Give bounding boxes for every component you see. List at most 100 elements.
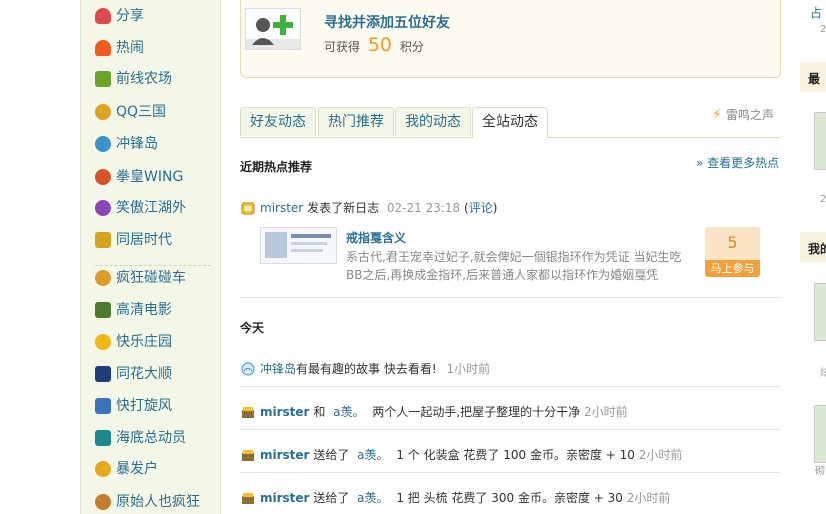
right-thumbnail[interactable] xyxy=(814,112,826,170)
gift-box-icon xyxy=(242,450,254,461)
lightning-icon: ⚡ xyxy=(712,107,722,123)
bumper-car-icon xyxy=(95,270,111,286)
sidebar-item-label: 暴发户 xyxy=(116,461,158,477)
sidebar-item-label: 快打旋风 xyxy=(116,398,172,414)
right-heading-2: 我的 xyxy=(808,242,826,256)
list-item: mirster 和 a羡。 两个人一起动手,把屋子整理的十分干净 2小时前 xyxy=(260,403,628,420)
list-item: mirster 送给了 a羡。 1 把 头梳 花费了 300 金币。亲密度 + … xyxy=(260,489,670,506)
sidebar-item-label: QQ三国 xyxy=(116,104,167,120)
sidebar-item-label: 原始人也疯狂 xyxy=(116,494,200,510)
caveman-icon xyxy=(95,494,111,510)
farm-sprout-icon xyxy=(95,71,111,87)
comment-link[interactable]: 评论 xyxy=(469,201,493,215)
island-icon xyxy=(241,362,255,376)
right-top-number: 2 xyxy=(820,24,826,35)
task-reward: 可获得 50 积分 xyxy=(324,34,424,56)
gift-box-icon xyxy=(242,493,254,504)
join-box[interactable]: 5 马上参与 xyxy=(705,227,760,277)
feed-text: 1 个 化装盒 花费了 100 金币。亲密度 + 10 xyxy=(396,448,635,462)
sidebar-item-label: 疯狂碰碰车 xyxy=(116,270,186,286)
tab-site-feed[interactable]: 全站动态 xyxy=(472,107,548,138)
divider xyxy=(240,472,780,473)
feed-tabs: 好友动态 热门推荐 我的动态 全站动态 xyxy=(240,107,780,138)
task-earn-label: 可获得 xyxy=(324,40,361,54)
ocean-icon xyxy=(95,430,111,446)
gem-icon xyxy=(95,200,111,216)
sidebar-item-label: 拳皇WING xyxy=(116,169,184,185)
tab-my-feed[interactable]: 我的动态 xyxy=(395,107,471,136)
chick-icon xyxy=(95,334,111,350)
feed-target-link[interactable]: a羡。 xyxy=(333,405,364,419)
right-heading-1: 最 xyxy=(808,72,821,86)
feed-app-link[interactable]: 冲锋岛 xyxy=(260,362,296,376)
blog-icon xyxy=(241,202,255,215)
right-thumbnail[interactable] xyxy=(814,283,826,341)
gourd-icon xyxy=(95,104,111,120)
feed-time: 2小时前 xyxy=(626,491,671,505)
sidebar-item-label: 海底总动员 xyxy=(116,430,186,446)
article-title-link[interactable]: 戒指戛含义 xyxy=(346,229,406,246)
sidebar-item-label: 笑傲江湖外 xyxy=(116,200,186,216)
sidebar-item-label: 冲锋岛 xyxy=(116,136,158,152)
thunder-label: 雷鸣之声 xyxy=(725,108,774,122)
feed-user-link[interactable]: mirster xyxy=(260,405,309,419)
sidebar-item-label: 分享 xyxy=(116,8,144,24)
sidebar-item-label: 快乐庄园 xyxy=(116,334,172,350)
right-thumbnail[interactable] xyxy=(814,405,826,463)
gift-box-icon xyxy=(242,407,254,418)
sidebar-item-label: 高清电影 xyxy=(116,302,172,318)
list-item: mirster 送给了 a羡。 1 个 化装盒 花费了 100 金币。亲密度 +… xyxy=(260,446,682,463)
feed-connector: 送给了 xyxy=(313,491,350,505)
house-icon xyxy=(95,232,111,248)
tab-friends-feed[interactable]: 好友动态 xyxy=(240,107,316,136)
feed-target-link[interactable]: a羡。 xyxy=(357,491,388,505)
feed-target-link[interactable]: a羡。 xyxy=(357,448,388,462)
sidebar-item-label: 同居时代 xyxy=(116,232,172,248)
flame-icon xyxy=(95,40,111,56)
feed-user-link[interactable]: mirster xyxy=(260,491,309,505)
feed-connector: 送给了 xyxy=(313,448,350,462)
poker-icon xyxy=(95,366,111,382)
sidebar-item-label: 同花大顺 xyxy=(116,366,172,382)
thunder-link[interactable]: ⚡ 雷鸣之声 xyxy=(712,106,774,123)
post-user-link[interactable]: mirster xyxy=(260,201,303,215)
feed-connector: 和 xyxy=(313,405,326,419)
right-small-1: 2 xyxy=(820,194,826,205)
divider xyxy=(240,429,780,430)
comment-paren-close: ) xyxy=(492,201,498,215)
swords-icon xyxy=(95,398,111,414)
divider xyxy=(240,386,780,387)
right-top-text[interactable]: 占 xyxy=(810,4,822,21)
heart-share-icon xyxy=(95,8,111,24)
article-excerpt: 系古代,君王宠幸过妃子,就会俾妃一個银指环作为凭证 当妃生吃BB之后,再换成金指… xyxy=(346,250,682,282)
film-icon xyxy=(95,302,111,318)
feed-text: 有最有趣的故事 快去看看! xyxy=(296,362,437,376)
add-friend-avatar-icon xyxy=(245,8,301,50)
list-item: 冲锋岛有最有趣的故事 快去看看! 1小时前 xyxy=(260,360,490,377)
join-now-button[interactable]: 马上参与 xyxy=(705,260,760,277)
post-action: 发表了新日志 xyxy=(307,201,380,215)
fighter-icon xyxy=(95,169,111,185)
feed-user-link[interactable]: mirster xyxy=(260,448,309,462)
hot-post-line: mirster 发表了新日志 02-21 23:18 (评论) xyxy=(260,199,497,216)
task-points-unit: 积分 xyxy=(399,40,424,54)
more-hot-link[interactable]: » 查看更多热点 xyxy=(696,154,779,171)
task-title[interactable]: 寻找并添加五位好友 xyxy=(324,12,450,32)
feed-time: 2小时前 xyxy=(584,405,628,419)
article-thumbnail[interactable] xyxy=(260,227,337,264)
island-icon xyxy=(95,136,111,152)
sidebar-item-label: 热闹 xyxy=(116,40,144,56)
post-time: 02-21 23:18 xyxy=(386,201,461,215)
feed-text: 1 把 头梳 花费了 300 金币。亲密度 + 30 xyxy=(396,491,623,505)
feed-time: 1小时前 xyxy=(446,362,491,376)
join-count: 5 xyxy=(727,233,738,252)
today-section-title: 今天 xyxy=(240,321,265,335)
tab-hot-recommend[interactable]: 热门推荐 xyxy=(318,107,394,136)
task-points: 50 xyxy=(367,34,393,56)
app-sidebar: 分享 热闹 前线农场 QQ三国 冲锋岛 拳皇WING 笑傲江湖外 同居时代 疯狂… xyxy=(80,0,221,514)
sidebar-item-label: 前线农场 xyxy=(116,71,172,87)
right-small-2: 炫 xyxy=(820,368,826,379)
divider xyxy=(240,297,780,298)
right-small-3: 砌 xyxy=(815,466,825,477)
feed-text: 两个人一起动手,把屋子整理的十分干净 xyxy=(372,405,581,419)
